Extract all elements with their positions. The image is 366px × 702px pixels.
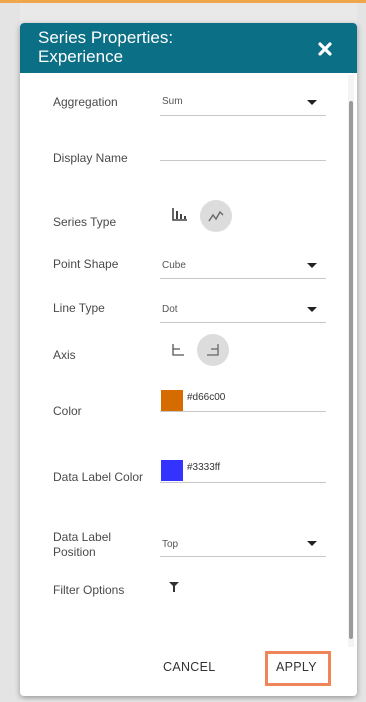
point-shape-value: Cube [162,260,186,271]
display-name-label: Display Name [53,151,128,165]
axis-label: Axis [53,348,76,362]
close-icon[interactable] [315,39,335,59]
data-label-color-swatch [161,460,183,481]
axis-left-icon[interactable] [171,343,185,357]
filter-icon[interactable] [169,582,179,592]
apply-button[interactable]: APPLY [276,660,317,674]
dropdown-caret-icon [307,541,317,546]
data-label-position-value: Top [162,539,179,550]
data-label-color-underline [160,482,326,483]
cancel-button[interactable]: CANCEL [163,660,216,674]
line-type-label: Line Type [53,301,105,315]
background-left [0,3,20,702]
data-label-color-label: Data Label Color [53,470,144,484]
series-properties-dialog: Series Properties: Experience Aggregatio… [20,23,357,696]
aggregation-underline [160,115,326,116]
dropdown-caret-icon [307,100,317,105]
line-type-value: Dot [162,304,178,315]
color-hex: #d66c00 [187,392,226,403]
series-type-label: Series Type [53,215,117,229]
point-shape-underline [160,278,326,279]
scrollbar-thumb[interactable] [349,101,353,639]
color-underline [160,411,326,412]
aggregation-label: Aggregation [53,95,118,109]
dialog-header: Series Properties: Experience [20,23,357,73]
point-shape-label: Point Shape [53,257,119,271]
bar-chart-icon[interactable] [171,206,189,222]
dropdown-caret-icon [307,307,317,312]
data-label-position-label-line1: Data Label [53,530,112,544]
line-chart-icon [208,210,224,222]
color-label: Color [53,404,82,418]
data-label-position-underline [160,556,326,557]
background-right [357,3,366,702]
background-accent-line [0,0,366,3]
data-label-color-hex: #3333ff [187,462,221,473]
data-label-position-label-line2: Position [53,545,96,559]
dialog-title-line2: Experience [38,47,124,66]
aggregation-value: Sum [162,96,183,107]
filter-options-label: Filter Options [53,583,125,597]
color-swatch [161,390,183,411]
display-name-underline [160,160,326,161]
line-chart-option[interactable] [200,200,232,232]
axis-right-icon [207,344,219,356]
dialog-title-line1: Series Properties: [38,28,174,47]
axis-right-option[interactable] [197,334,229,366]
dropdown-caret-icon [307,263,317,268]
line-type-underline [160,322,326,323]
